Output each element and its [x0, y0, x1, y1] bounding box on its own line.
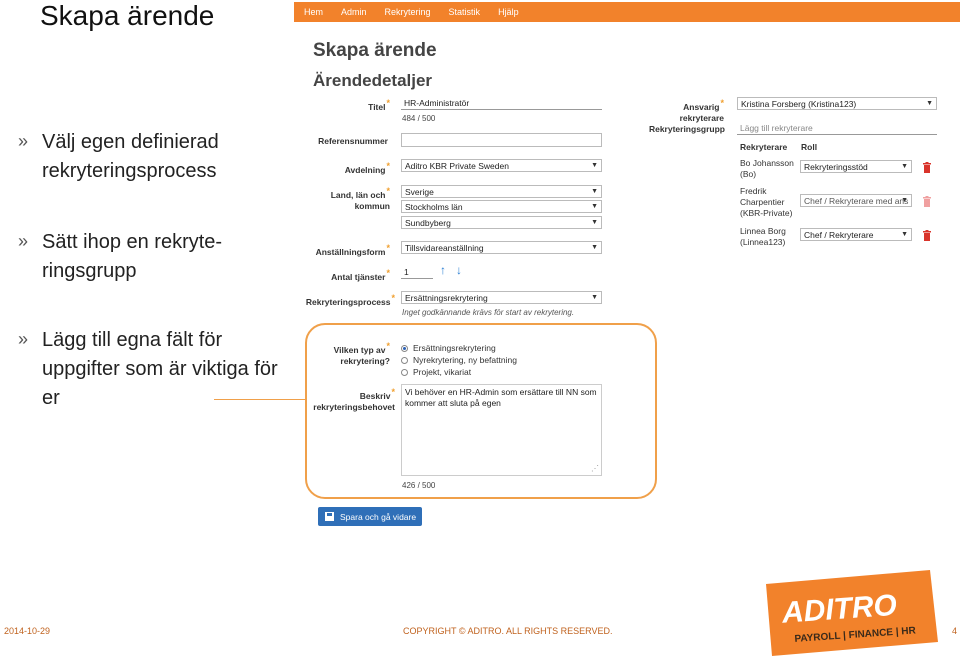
bullet-mark: »: [18, 329, 29, 349]
decrease-arrow-icon[interactable]: ↓: [456, 263, 462, 277]
nav-hem[interactable]: Hem: [304, 7, 323, 17]
rekryteringsgrupp-label: Rekryteringsgrupp: [648, 124, 725, 134]
recruiter-role-select[interactable]: Chef / Rekryterare ▼: [800, 228, 912, 241]
recruiter-name: Bo Johansson (Bo): [740, 158, 794, 179]
avdelning-select[interactable]: Aditro KBR Private Sweden ▼: [401, 159, 602, 172]
beskriv-textarea[interactable]: Vi behöver en HR-Admin som ersättare til…: [401, 384, 602, 476]
rekryterare-column-header: Rekryterare: [740, 142, 788, 152]
ansvarig-label: Ansvarig* rekryterare: [679, 98, 724, 123]
beskriv-label: Beskriv* rekryteringsbehovet: [313, 387, 395, 412]
bullet-mark: »: [18, 131, 29, 151]
bullet-2: » Sätt ihop en rekryte-ringsgrupp: [18, 228, 288, 286]
nav-admin[interactable]: Admin: [341, 7, 367, 17]
kommun-select[interactable]: Sundbyberg ▼: [401, 216, 602, 229]
beskriv-counter: 426 / 500: [402, 481, 436, 490]
floppy-disk-icon: [325, 512, 334, 521]
chevron-down-icon: ▼: [591, 188, 598, 195]
chevron-down-icon: ▼: [926, 100, 933, 107]
referensnummer-input[interactable]: [401, 133, 602, 147]
chevron-down-icon: ▼: [901, 197, 908, 204]
aditro-logo: ADITRO PAYROLL | FINANCE | HR: [766, 570, 938, 656]
titel-label: Titel*: [368, 98, 390, 112]
chevron-down-icon: ▼: [901, 231, 908, 238]
recruiter-name: Fredrik Charpentier (KBR-Private): [740, 186, 793, 218]
trash-icon[interactable]: [922, 162, 932, 173]
referensnummer-label: Referensnummer: [318, 136, 388, 146]
anstallningsform-select[interactable]: Tillsvidareanställning ▼: [401, 241, 602, 254]
nav-hjalp[interactable]: Hjälp: [498, 7, 519, 17]
antal-tjanster-label: Antal tjänster*: [331, 268, 390, 282]
section-heading: Ärendedetaljer: [313, 71, 433, 90]
nav-rekrytering[interactable]: Rekrytering: [385, 7, 431, 17]
lan-select[interactable]: Stockholms län ▼: [401, 200, 602, 213]
chevron-down-icon: ▼: [591, 203, 598, 210]
radio-selected-icon: [401, 344, 408, 352]
chevron-down-icon: ▼: [591, 162, 598, 169]
ansvarig-select[interactable]: Kristina Forsberg (Kristina123) ▼: [737, 97, 937, 110]
titel-counter: 484 / 500: [402, 114, 436, 123]
save-and-continue-button[interactable]: Spara och gå vidare: [318, 507, 422, 526]
resize-handle-icon: ⋰: [591, 464, 599, 473]
land-label: Land, län och* kommun: [330, 186, 390, 211]
rekryteringsprocess-label: Rekryteringsprocess*: [305, 293, 395, 307]
increase-arrow-icon[interactable]: ↑: [440, 263, 446, 277]
rekryteringsprocess-select[interactable]: Ersättningsrekrytering ▼: [401, 291, 602, 304]
radio-unselected-icon: [401, 368, 408, 376]
titel-input[interactable]: HR-Administratör: [401, 97, 602, 110]
top-navigation: Hem Admin Rekrytering Statistik Hjälp: [294, 2, 960, 22]
trash-icon[interactable]: [922, 196, 932, 207]
bullet-mark: »: [18, 231, 29, 251]
chevron-down-icon: ▼: [591, 219, 598, 226]
bullet-1: » Välj egen definierad rekryteringsproce…: [18, 128, 288, 186]
rekryteringsprocess-hint: Inget godkännande krävs för start av rek…: [402, 308, 575, 317]
footer-copyright: COPYRIGHT © ADITRO. ALL RIGHTS RESERVED.: [403, 626, 613, 636]
roll-column-header: Roll: [801, 142, 818, 152]
chevron-down-icon: ▼: [591, 244, 598, 251]
vilken-typ-label: Vilken typ av* rekrytering?: [333, 341, 390, 366]
recruiter-name: Linnea Borg (Linnea123): [740, 226, 786, 247]
footer-date: 2014-10-29: [4, 626, 51, 636]
bullet-text: Sätt ihop en rekryte-ringsgrupp: [42, 231, 223, 282]
callout-connector: [214, 399, 306, 400]
rekryteringsgrupp-input[interactable]: Lägg till rekryterare: [737, 122, 937, 135]
radio-projekt-vikariat[interactable]: Projekt, vikariat: [401, 367, 471, 377]
chevron-down-icon: ▼: [591, 294, 598, 301]
land-select[interactable]: Sverige ▼: [401, 185, 602, 198]
nav-statistik[interactable]: Statistik: [449, 7, 481, 17]
radio-ersattningsrekrytering[interactable]: Ersättningsrekrytering: [401, 343, 496, 353]
chevron-down-icon: ▼: [901, 163, 908, 170]
anstallningsform-label: Anställningsform*: [315, 243, 390, 257]
radio-unselected-icon: [401, 356, 408, 364]
slide-title: Skapa ärende: [40, 0, 215, 31]
page-number: 4: [952, 626, 958, 636]
avdelning-label: Avdelning*: [344, 161, 390, 175]
trash-icon[interactable]: [922, 230, 932, 241]
page-heading: Skapa ärende: [313, 40, 437, 61]
antal-tjanster-input[interactable]: 1: [401, 266, 433, 279]
radio-nyrekrytering[interactable]: Nyrekrytering, ny befattning: [401, 355, 517, 365]
bullet-text: Välj egen definierad rekryteringsprocess: [42, 131, 219, 182]
recruiter-role-select[interactable]: Chef / Rekryterare med ans ▼: [800, 194, 912, 207]
recruiter-role-select[interactable]: Rekryteringsstöd ▼: [800, 160, 912, 173]
